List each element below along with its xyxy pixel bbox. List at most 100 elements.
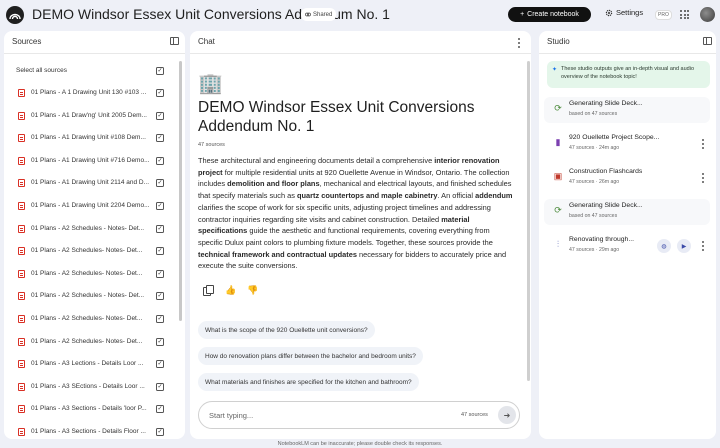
chat-input[interactable] — [209, 409, 439, 421]
source-item[interactable]: 01 Plans - A1 Drawing Unit 2114 and D...… — [4, 175, 178, 197]
link-icon — [305, 12, 311, 17]
source-item[interactable]: 01 Plans - A2 Schedules - Notes- Det... ✓ — [4, 221, 178, 243]
avatar[interactable] — [700, 7, 715, 22]
source-item[interactable]: 01 Plans - A3 SEctions - Details Loor ..… — [4, 379, 178, 401]
divider — [4, 53, 185, 54]
source-checkbox[interactable]: ✓ — [156, 315, 164, 323]
source-checkbox[interactable]: ✓ — [156, 292, 164, 301]
source-checkbox[interactable]: ✓ — [156, 337, 164, 346]
source-item[interactable]: 01 Plans - A2 Schedules - Notes- Det... ✓ — [4, 288, 178, 310]
suggested-question[interactable]: How do renovation plans differ between t… — [198, 347, 423, 365]
source-item-label: 01 Plans - A1 Drawing Unit 2204 Demo... — [31, 202, 150, 209]
source-item[interactable]: 01 Plans - A3 Sections - Details 'loor P… — [4, 401, 178, 423]
source-item-label: 01 Plans - A3 Lections - Details Loor ..… — [31, 360, 144, 368]
studio-item-title: Generating Slide Deck... — [569, 202, 643, 209]
pdf-icon — [18, 111, 25, 120]
studio-output-item[interactable]: ⫶ Renovating through... 47 sources · 29m a… — [544, 233, 710, 259]
settings-button[interactable]: Settings — [605, 8, 643, 17]
thumbs-up-icon[interactable]: 👍 — [225, 285, 236, 295]
source-checkbox[interactable]: ✓ — [156, 382, 164, 391]
source-checkbox[interactable]: ✓ — [156, 428, 164, 436]
more-icon[interactable] — [701, 241, 704, 251]
collapse-panel-icon[interactable] — [170, 37, 179, 45]
source-item[interactable]: 01 Plans - A2 Schedules- Notes- Det... ✓ — [4, 311, 178, 333]
source-checkbox[interactable]: ✓ — [156, 134, 164, 143]
pdf-icon — [18, 89, 25, 97]
notebook-emoji: 🏢 — [198, 73, 223, 95]
summary-highlight: addendum — [475, 191, 513, 201]
collapse-panel-icon[interactable] — [703, 37, 712, 45]
source-item[interactable]: 01 Plans - A 1 Drawing Unit 130 #103 ...… — [4, 85, 178, 107]
source-item-label: 01 Plans - A2 Schedules- Notes- Det... — [31, 315, 143, 322]
divider — [190, 53, 531, 54]
pdf-icon — [18, 202, 25, 210]
settings-label: Settings — [616, 8, 644, 17]
disclaimer-footer: NotebookLM can be inaccurate; please dou… — [277, 441, 443, 447]
source-item[interactable]: 01 Plans - A3 Sections - Details Floor .… — [4, 424, 178, 439]
suggested-question[interactable]: What is the scope of the 920 Ouellette u… — [198, 321, 375, 339]
pro-badge: PRO — [655, 10, 672, 20]
create-notebook-label: Create notebook — [527, 11, 579, 18]
pdf-icon — [18, 179, 25, 188]
pdf-icon — [18, 382, 25, 391]
studio-output-item[interactable]: ▣ Construction Flashcards 47 sources · 26m… — [544, 165, 710, 191]
suggested-question[interactable]: What materials and finishes are specifie… — [198, 373, 419, 391]
studio-item-subtitle: based on 47 sources — [569, 213, 618, 219]
source-item[interactable]: 01 Plans - A2 Schedules- Notes- Det... ✓ — [4, 243, 178, 265]
pdf-icon — [18, 360, 25, 369]
copy-icon[interactable] — [203, 285, 214, 296]
studio-output-item[interactable]: ⟳ Generating Slide Deck... based on 47 sou… — [544, 97, 710, 123]
chat-more-icon[interactable] — [517, 38, 520, 48]
source-checkbox[interactable]: ✓ — [156, 89, 164, 97]
source-checkbox[interactable]: ✓ — [156, 224, 164, 233]
notebooklm-logo-icon[interactable] — [6, 6, 24, 24]
flashcards-icon: ▣ — [553, 171, 563, 181]
more-icon[interactable] — [701, 139, 704, 149]
divider — [539, 53, 716, 54]
source-item[interactable]: 01 Plans - A3 Lections - Details Loor ..… — [4, 356, 178, 378]
notebook-summary: These architectural and engineering docu… — [198, 155, 516, 272]
studio-output-item[interactable]: ⟳ Generating Slide Deck... based on 47 sou… — [544, 199, 710, 225]
source-item[interactable]: 01 Plans - A1 Drawing Unit #108 Dem... ✓ — [4, 130, 178, 152]
source-item[interactable]: 01 Plans - A1 Drawing Unit #716 Demo... ✓ — [4, 153, 178, 175]
source-item[interactable]: 01 Plans - A2 Schedules- Notes- Det... ✓ — [4, 266, 178, 288]
source-checkbox[interactable]: ✓ — [156, 360, 164, 369]
apps-grid-icon[interactable] — [680, 10, 689, 19]
chat-heading: Chat — [198, 37, 215, 46]
source-item[interactable]: 01 Plans - A1 Drawing Unit 2204 Demo... ✓ — [4, 198, 178, 220]
send-button[interactable]: ➜ — [498, 406, 516, 424]
thumbs-down-icon[interactable]: 👎 — [247, 285, 258, 295]
source-item-label: 01 Plans - A1 Drawing Unit #716 Demo... — [31, 156, 150, 164]
source-item-label: 01 Plans - A1 Draw'ng' Unit 2005 Dem... — [31, 111, 147, 119]
source-checkbox[interactable]: ✓ — [156, 202, 164, 210]
source-checkbox[interactable]: ✓ — [156, 179, 164, 188]
chat-source-count: 47 sources — [198, 142, 225, 148]
source-item[interactable]: 01 Plans - A1 Draw'ng' Unit 2005 Dem... ✓ — [4, 108, 178, 130]
arrow-right-icon: ➜ — [503, 410, 511, 420]
pdf-icon — [18, 337, 25, 346]
sources-scrollbar[interactable] — [179, 61, 182, 321]
source-checkbox[interactable]: ✓ — [156, 269, 164, 278]
studio-output-item[interactable]: ▮ 920 Ouellette Project Scope... 47 source… — [544, 131, 710, 157]
source-checkbox[interactable]: ✓ — [156, 247, 164, 256]
shared-badge[interactable]: Shared — [301, 8, 337, 21]
studio-item-subtitle: based on 47 sources — [569, 111, 618, 117]
pdf-icon — [18, 292, 25, 301]
play-icon[interactable]: ▶ — [677, 239, 691, 253]
source-checkbox[interactable]: ✓ — [156, 111, 164, 120]
studio-note-text: These studio outputs give an in-depth vi… — [561, 66, 695, 80]
pdf-icon — [18, 156, 25, 165]
notebook-title[interactable]: DEMO Windsor Essex Unit Conversions Adde… — [32, 6, 390, 22]
pdf-icon — [18, 224, 25, 233]
sources-heading: Sources — [12, 37, 42, 46]
source-checkbox[interactable]: ✓ — [156, 156, 164, 165]
chat-scrollbar[interactable] — [527, 61, 530, 381]
source-checkbox[interactable]: ✓ — [156, 405, 164, 414]
interactive-mode-icon[interactable]: ◍ — [657, 239, 671, 253]
more-icon[interactable] — [701, 173, 704, 183]
select-all-checkbox[interactable]: ✓ — [156, 67, 164, 75]
source-item-label: 01 Plans - A1 Drawing Unit 2114 and D... — [31, 179, 150, 187]
source-item[interactable]: 01 Plans - A2 Schedules- Notes- Det... ✓ — [4, 334, 178, 356]
sparkle-icon: ✦ — [552, 67, 558, 73]
create-notebook-button[interactable]: + Create notebook — [508, 7, 591, 22]
